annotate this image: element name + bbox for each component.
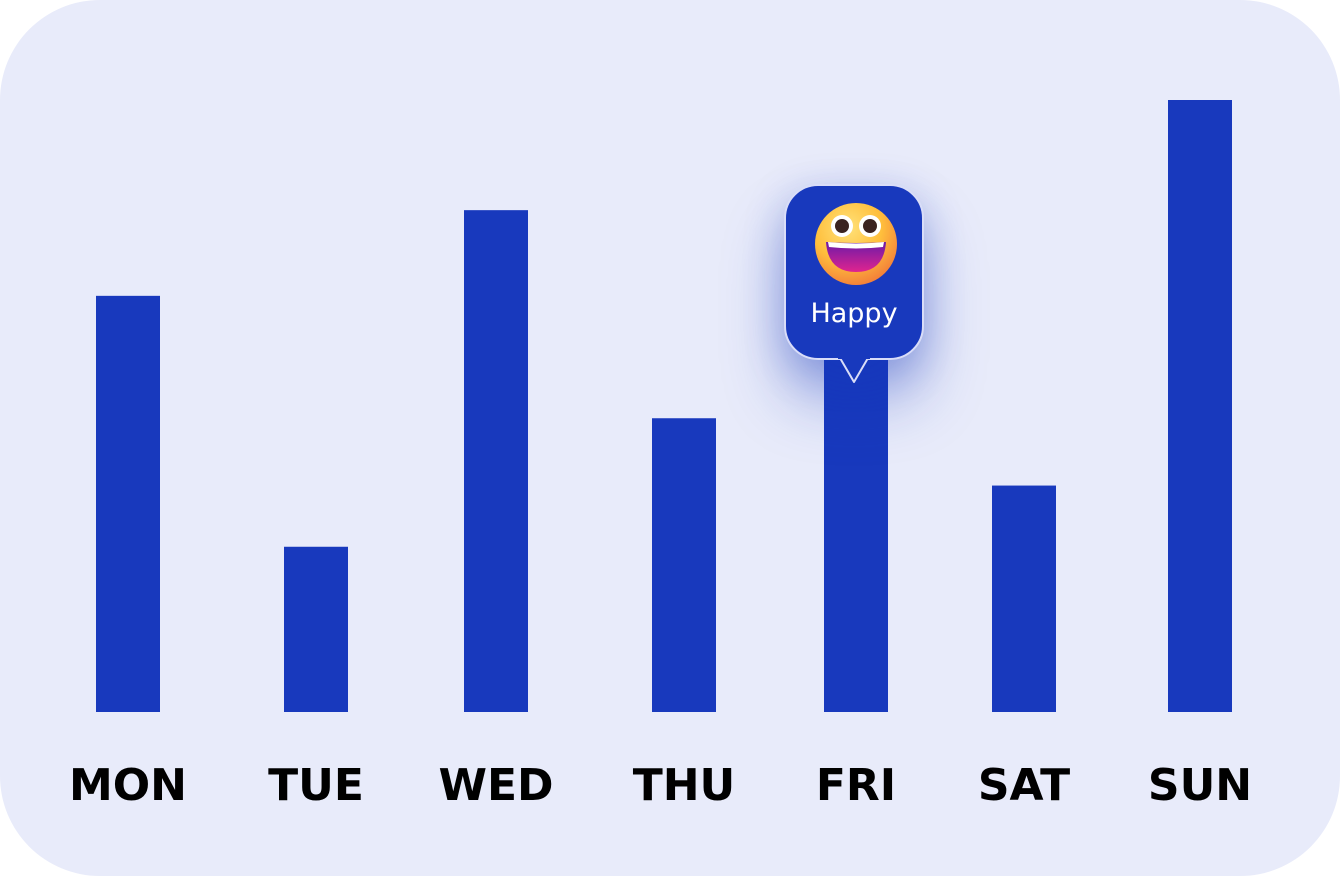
x-tick-label-mon: MON xyxy=(69,760,187,811)
x-tick-label-sun: SUN xyxy=(1148,760,1252,811)
x-tick-label-thu: THU xyxy=(633,760,736,811)
x-tick-label-fri: FRI xyxy=(816,760,896,811)
tooltip-pointer xyxy=(838,356,870,383)
bar-sat[interactable] xyxy=(992,485,1056,712)
x-tick-label-wed: WED xyxy=(438,760,553,811)
bar-sun[interactable] xyxy=(1168,100,1232,712)
bar-wed[interactable] xyxy=(464,210,528,712)
chart-card: MON TUE WED THU FRI SAT SUN Happy xyxy=(0,0,1340,876)
tooltip-label: Happy xyxy=(810,298,898,329)
bar-mon[interactable] xyxy=(96,295,160,712)
mood-tooltip: Happy xyxy=(784,184,924,360)
bar-tue[interactable] xyxy=(284,546,348,712)
x-tick-label-tue: TUE xyxy=(268,760,364,811)
grinning-face-emoji-icon xyxy=(815,203,897,285)
bar-chart: MON TUE WED THU FRI SAT SUN xyxy=(69,100,1252,811)
bar-thu[interactable] xyxy=(652,418,716,712)
bar-fri[interactable] xyxy=(824,344,888,712)
x-tick-label-sat: SAT xyxy=(978,760,1070,811)
